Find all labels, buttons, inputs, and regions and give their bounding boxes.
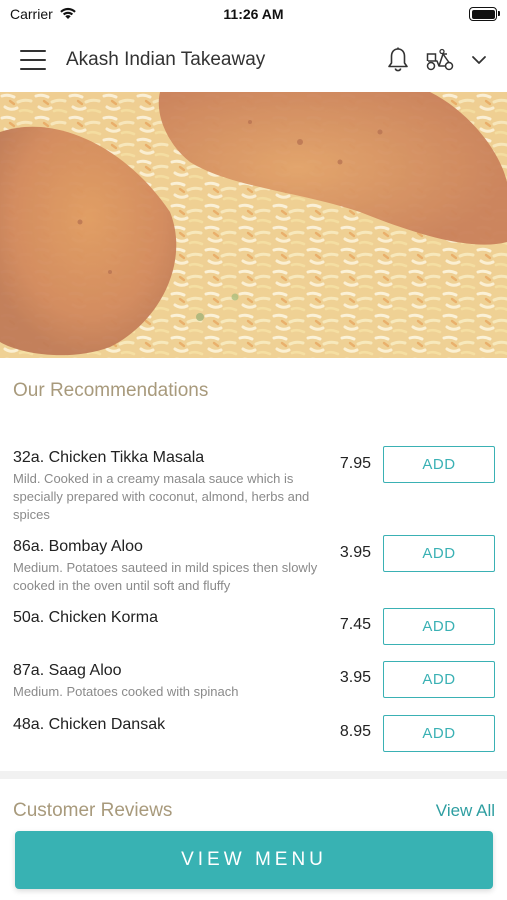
hero-food-image [0,92,507,358]
menu-item-price: 7.95 [339,455,371,472]
menu-line [20,59,46,61]
add-button[interactable]: ADD [383,608,495,645]
scooter-icon[interactable] [425,48,455,72]
wifi-icon [59,6,77,23]
menu-item-name: 87a. Saag Aloo [13,662,122,679]
battery-icon [469,7,500,21]
recommendations-section: Our Recommendations [0,380,507,402]
recommendations-title: Our Recommendations [13,380,209,401]
menu-item-description: Mild. Cooked in a creamy masala sauce wh… [13,471,310,522]
menu-item-name: 48a. Chicken Dansak [13,716,166,733]
add-button[interactable]: ADD [383,661,495,698]
chevron-down-icon[interactable] [471,55,487,65]
menu-item-price: 3.95 [339,544,371,561]
view-all-link[interactable]: View All [436,801,495,821]
reviews-title: Customer Reviews [13,800,173,821]
menu-line [20,68,46,70]
menu-item-name: 32a. Chicken Tikka Masala [13,449,205,466]
menu-item-description: Medium. Potatoes cooked with spinach [13,684,239,699]
bell-icon[interactable] [387,47,409,73]
battery-level [471,9,495,19]
menu-line [20,50,46,52]
restaurant-title: Akash Indian Takeaway [66,49,266,70]
menu-item-price: 7.45 [339,616,371,633]
add-button[interactable]: ADD [383,446,495,483]
app-header: Akash Indian Takeaway [0,28,507,92]
view-menu-button[interactable]: VIEW MENU [15,831,493,889]
menu-item-price: 3.95 [339,669,371,686]
status-bar: Carrier 11:26 AM [0,0,507,28]
status-left: Carrier [10,6,77,23]
hamburger-menu-icon[interactable] [20,50,46,70]
header-icons [387,47,487,73]
menu-item-name: 50a. Chicken Korma [13,609,158,626]
add-button[interactable]: ADD [383,715,495,752]
section-divider [0,771,507,779]
menu-item-price: 8.95 [339,723,371,740]
menu-item-description: Medium. Potatoes sauteed in mild spices … [13,560,318,593]
add-button[interactable]: ADD [383,535,495,572]
carrier-label: Carrier [10,6,53,22]
menu-item-name: 86a. Bombay Aloo [13,538,143,555]
reviews-header: Customer Reviews View All [13,800,495,822]
